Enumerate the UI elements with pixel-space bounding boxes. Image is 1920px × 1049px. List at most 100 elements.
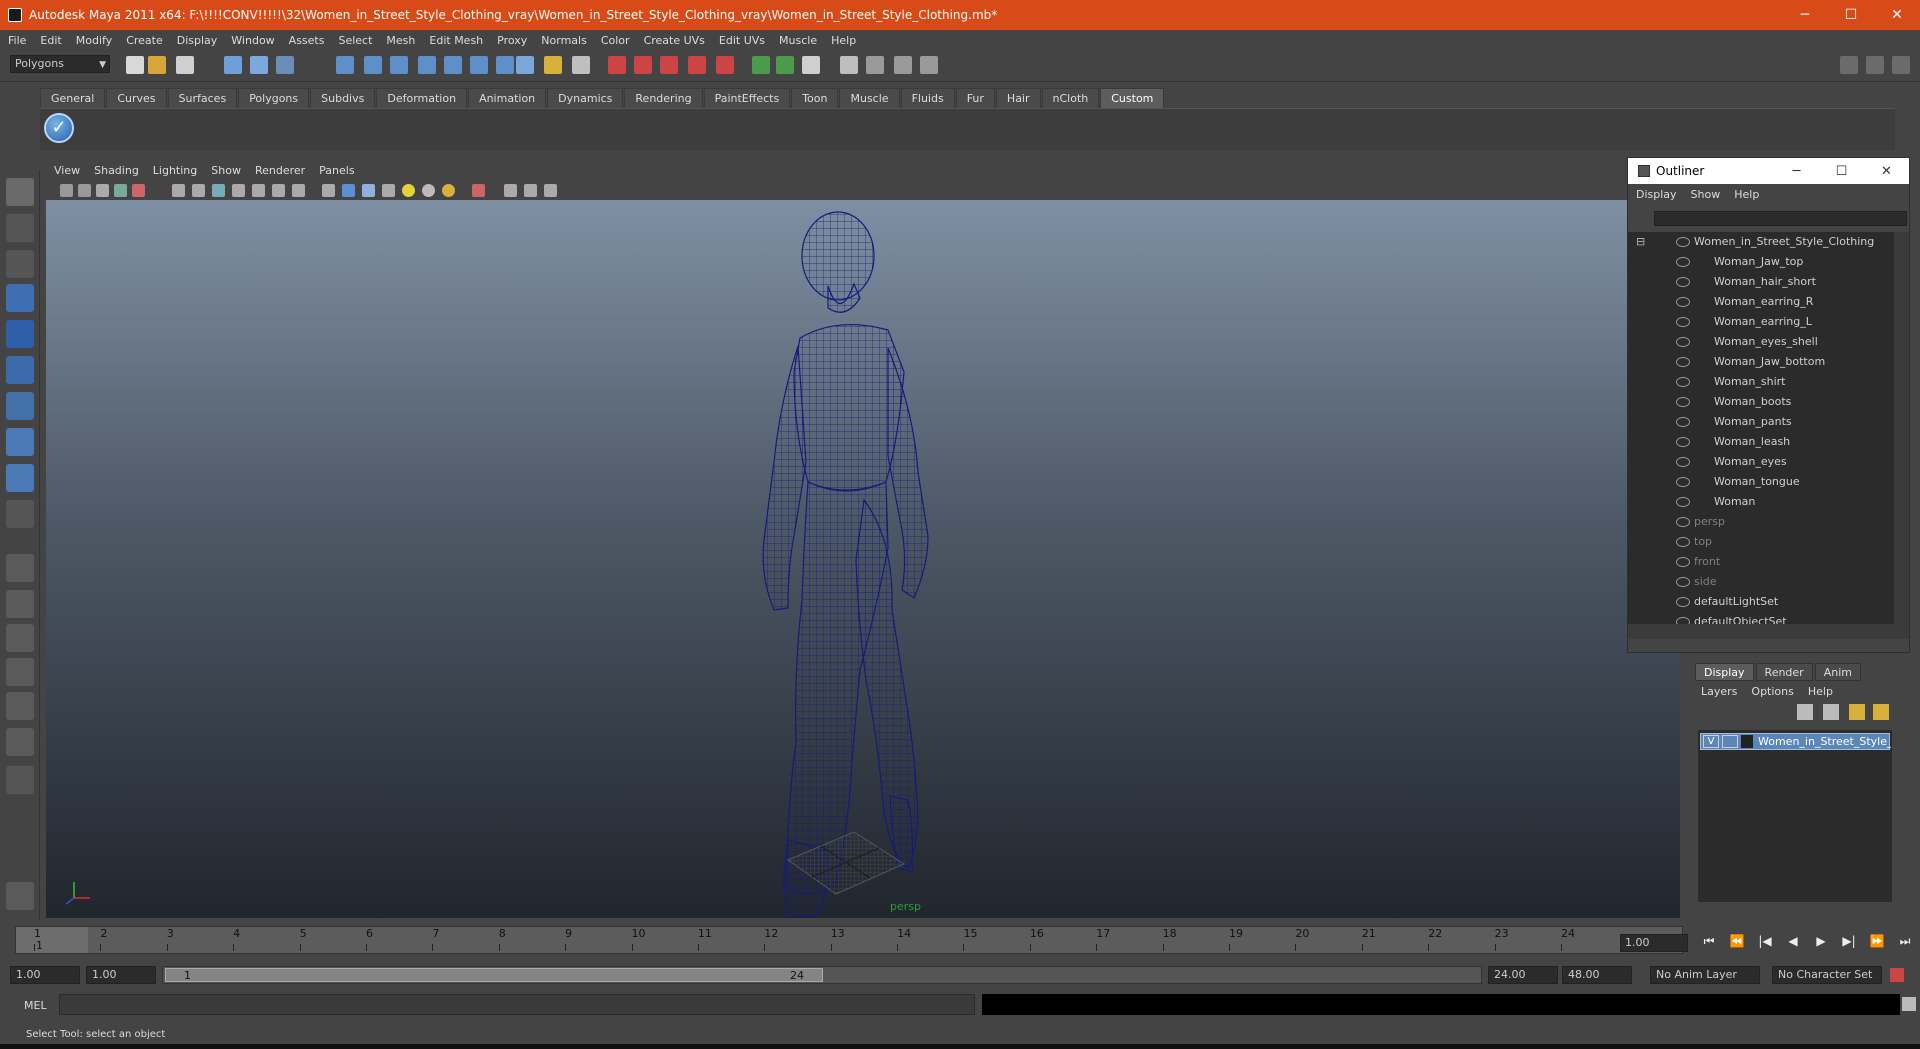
layer-tab-anim[interactable]: Anim [1814,663,1861,681]
outliner-item[interactable]: Woman_Jaw_bottom [1628,352,1894,372]
menu-file[interactable]: File [8,34,26,47]
playback-start-field[interactable]: 1.00 [86,966,156,984]
outliner-camera-item[interactable]: top [1628,532,1894,552]
textured-icon[interactable] [382,184,395,197]
menu-color[interactable]: Color [601,34,630,47]
render-frame-icon[interactable] [660,56,678,74]
hypershade-layout-icon[interactable] [6,692,34,720]
layer-menu-layers[interactable]: Layers [1701,685,1737,698]
menu-modify[interactable]: Modify [76,34,112,47]
film-gate-icon[interactable] [192,184,205,197]
shelf-tab-polygons[interactable]: Polygons [238,88,310,108]
outliner-item[interactable]: Woman_eyes [1628,452,1894,472]
step-forward-key-button[interactable]: ⏩ [1863,934,1891,952]
outliner-menu-display[interactable]: Display [1636,188,1677,201]
outliner-item[interactable]: Woman_boots [1628,392,1894,412]
xray-icon[interactable] [504,184,517,197]
snap-to-point-icon[interactable] [390,56,408,74]
camera-attributes-icon[interactable] [78,184,91,197]
menu-normals[interactable]: Normals [541,34,587,47]
shelf-tab-custom[interactable]: Custom [1100,88,1165,108]
outliner-item[interactable]: Woman [1628,492,1894,512]
rotate-tool-icon[interactable] [6,320,34,348]
shelf-tab-ncloth[interactable]: nCloth [1041,88,1100,108]
shelf-tab-subdivs[interactable]: Subdivs [310,88,376,108]
help-icon[interactable] [516,56,534,74]
outliner-close-button[interactable]: ✕ [1864,164,1909,179]
outliner-set-item[interactable]: defaultObjectSet [1628,612,1894,624]
menu-select[interactable]: Select [338,34,372,47]
soft-modification-icon[interactable] [6,428,34,456]
select-tool-icon[interactable] [6,178,34,206]
wireframe-on-shaded-icon[interactable] [362,184,375,197]
snap-to-curve-icon[interactable] [364,56,382,74]
outliner-set-item[interactable]: defaultLightSet [1628,592,1894,612]
viewport-menu-panels[interactable]: Panels [319,164,354,177]
outliner-item[interactable]: Woman_earring_L [1628,312,1894,332]
menu-window[interactable]: Window [231,34,274,47]
show-manipulator-icon[interactable] [6,464,34,492]
universal-manipulator-icon[interactable] [6,392,34,420]
gate-mask-icon[interactable] [232,184,245,197]
playback-end-field[interactable]: 24.00 [1488,966,1558,984]
outliner-maximize-button[interactable]: ☐ [1819,164,1864,179]
lasso-tool-icon[interactable] [6,214,34,242]
menu-proxy[interactable]: Proxy [497,34,527,47]
persp-outliner-layout-icon[interactable] [6,624,34,652]
shelf-tab-painteffects[interactable]: PaintEffects [703,88,791,108]
range-slider[interactable]: 1 24 [162,966,1482,984]
select-camera-icon[interactable] [60,184,73,197]
outliner-menu-help[interactable]: Help [1734,188,1759,201]
four-pane-layout-icon[interactable] [6,590,34,618]
minimize-button[interactable]: ─ [1782,0,1828,30]
selection-highlight-icon[interactable] [572,56,590,74]
new-scene-icon[interactable] [126,56,144,74]
shelf-tab-curves[interactable]: Curves [106,88,167,108]
paint-select-tool-icon[interactable] [6,250,34,278]
menu-edit-mesh[interactable]: Edit Mesh [429,34,483,47]
layer-visibility-toggle[interactable]: V [1703,735,1719,748]
resolution-gate-icon[interactable] [212,184,225,197]
outliner-camera-item[interactable]: front [1628,552,1894,572]
outliner-item[interactable]: Woman_Jaw_top [1628,252,1894,272]
make-live-icon[interactable] [444,56,462,74]
scale-tool-icon[interactable] [6,356,34,384]
save-scene-icon[interactable] [176,56,194,74]
create-layer-icon[interactable] [1849,704,1865,720]
outliner-menu-show[interactable]: Show [1691,188,1721,201]
outliner-horizontal-scrollbar[interactable] [1628,624,1909,639]
rename-icon[interactable] [776,56,794,74]
outliner-item[interactable]: Woman_pants [1628,412,1894,432]
wireframe-shading-icon[interactable] [322,184,335,197]
toggle-tool-settings-icon[interactable] [1866,56,1884,74]
layer-menu-options[interactable]: Options [1751,685,1793,698]
step-back-key-button[interactable]: ⏪ [1723,934,1751,952]
select-by-object-icon[interactable] [250,56,268,74]
start-time-field[interactable]: 1.00 [10,966,80,984]
outliner-item[interactable]: Woman_tongue [1628,472,1894,492]
backface-culling-icon[interactable] [544,184,557,197]
layer-tab-display[interactable]: Display [1695,663,1754,681]
command-language-label[interactable]: MEL [24,999,47,1012]
menu-display[interactable]: Display [177,34,218,47]
menu-set-select[interactable]: Polygons ▼ [10,55,110,73]
field-chart-icon[interactable] [252,184,265,197]
play-forwards-button[interactable]: ▶ [1807,934,1835,952]
persp-graph-layout-icon[interactable] [6,658,34,686]
select-by-component-icon[interactable] [276,56,294,74]
shelf-tab-muscle[interactable]: Muscle [839,88,900,108]
output-ops-icon[interactable] [634,56,652,74]
bookmarks-icon[interactable] [96,184,109,197]
hypershade-icon[interactable] [866,56,884,74]
layer-tab-render[interactable]: Render [1755,663,1813,681]
shelf-tab-surfaces[interactable]: Surfaces [167,88,238,108]
input-ops-icon[interactable] [608,56,626,74]
new-layer-from-selection-icon[interactable] [1823,704,1839,720]
snap-to-grid-icon[interactable] [336,56,354,74]
viewport-menu-show[interactable]: Show [211,164,241,177]
attribute-editor-toggle-icon[interactable] [802,56,820,74]
history-icon[interactable] [470,56,488,74]
shelf-tab-hair[interactable]: Hair [995,88,1041,108]
range-slider-handle[interactable]: 1 24 [165,968,823,982]
anim-preferences-icon[interactable] [1890,968,1904,982]
